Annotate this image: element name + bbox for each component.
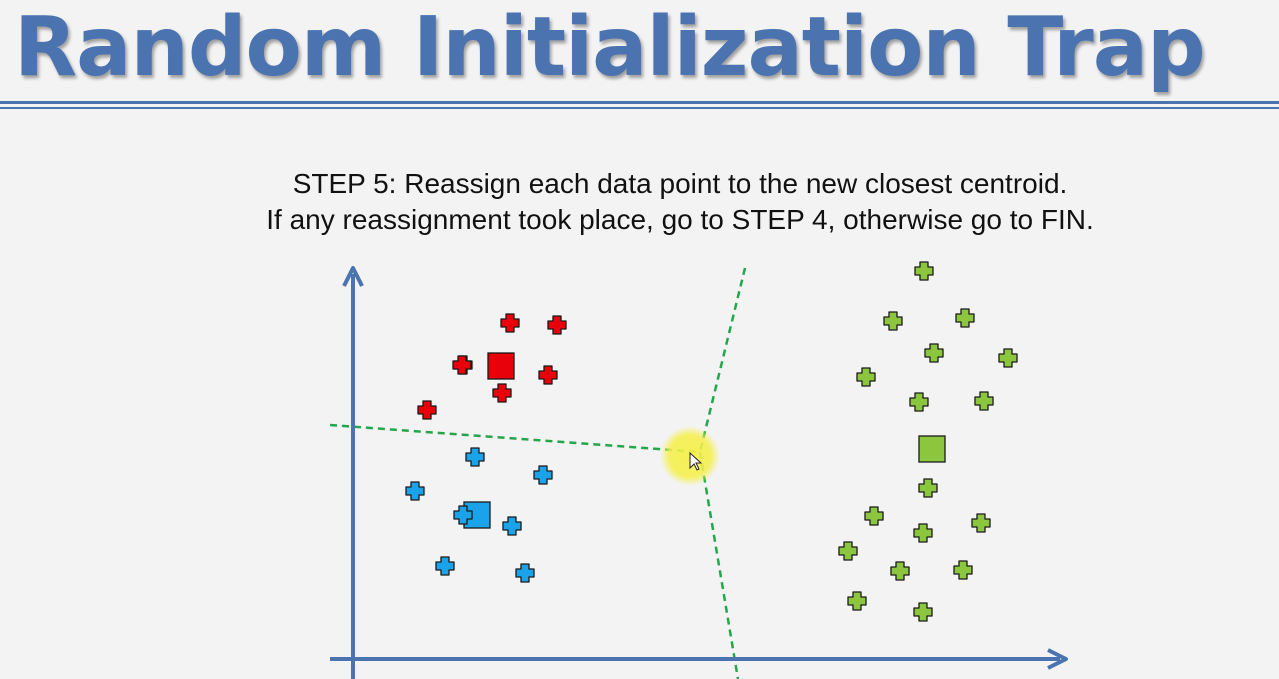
green-point (953, 560, 973, 580)
blue-point (465, 447, 485, 467)
cursor-highlight (660, 426, 720, 486)
green-point (864, 506, 884, 526)
red-centroid (487, 352, 515, 380)
green-point (971, 513, 991, 533)
red-point (547, 315, 567, 335)
red-point (500, 313, 520, 333)
boundary-segment (698, 451, 740, 679)
red-point (417, 400, 437, 420)
blue-point (533, 465, 553, 485)
green-point (890, 561, 910, 581)
blue-point (405, 481, 425, 501)
green-point (924, 343, 944, 363)
green-point (914, 261, 934, 281)
blue-point (435, 556, 455, 576)
red-point (492, 383, 512, 403)
boundary-segment (329, 423, 701, 454)
green-point (838, 541, 858, 561)
green-centroid (918, 435, 946, 463)
kmeans-diagram (329, 261, 1068, 679)
green-point (856, 367, 876, 387)
green-point (847, 591, 867, 611)
green-point (918, 478, 938, 498)
green-point (974, 391, 994, 411)
green-point (909, 392, 929, 412)
green-point (883, 311, 903, 331)
green-point (998, 348, 1018, 368)
green-point (913, 523, 933, 543)
red-point (452, 355, 472, 375)
green-point (955, 308, 975, 328)
blue-point (515, 563, 535, 583)
red-point (538, 365, 558, 385)
blue-point (502, 516, 522, 536)
boundary-segment (698, 267, 747, 453)
green-point (913, 602, 933, 622)
